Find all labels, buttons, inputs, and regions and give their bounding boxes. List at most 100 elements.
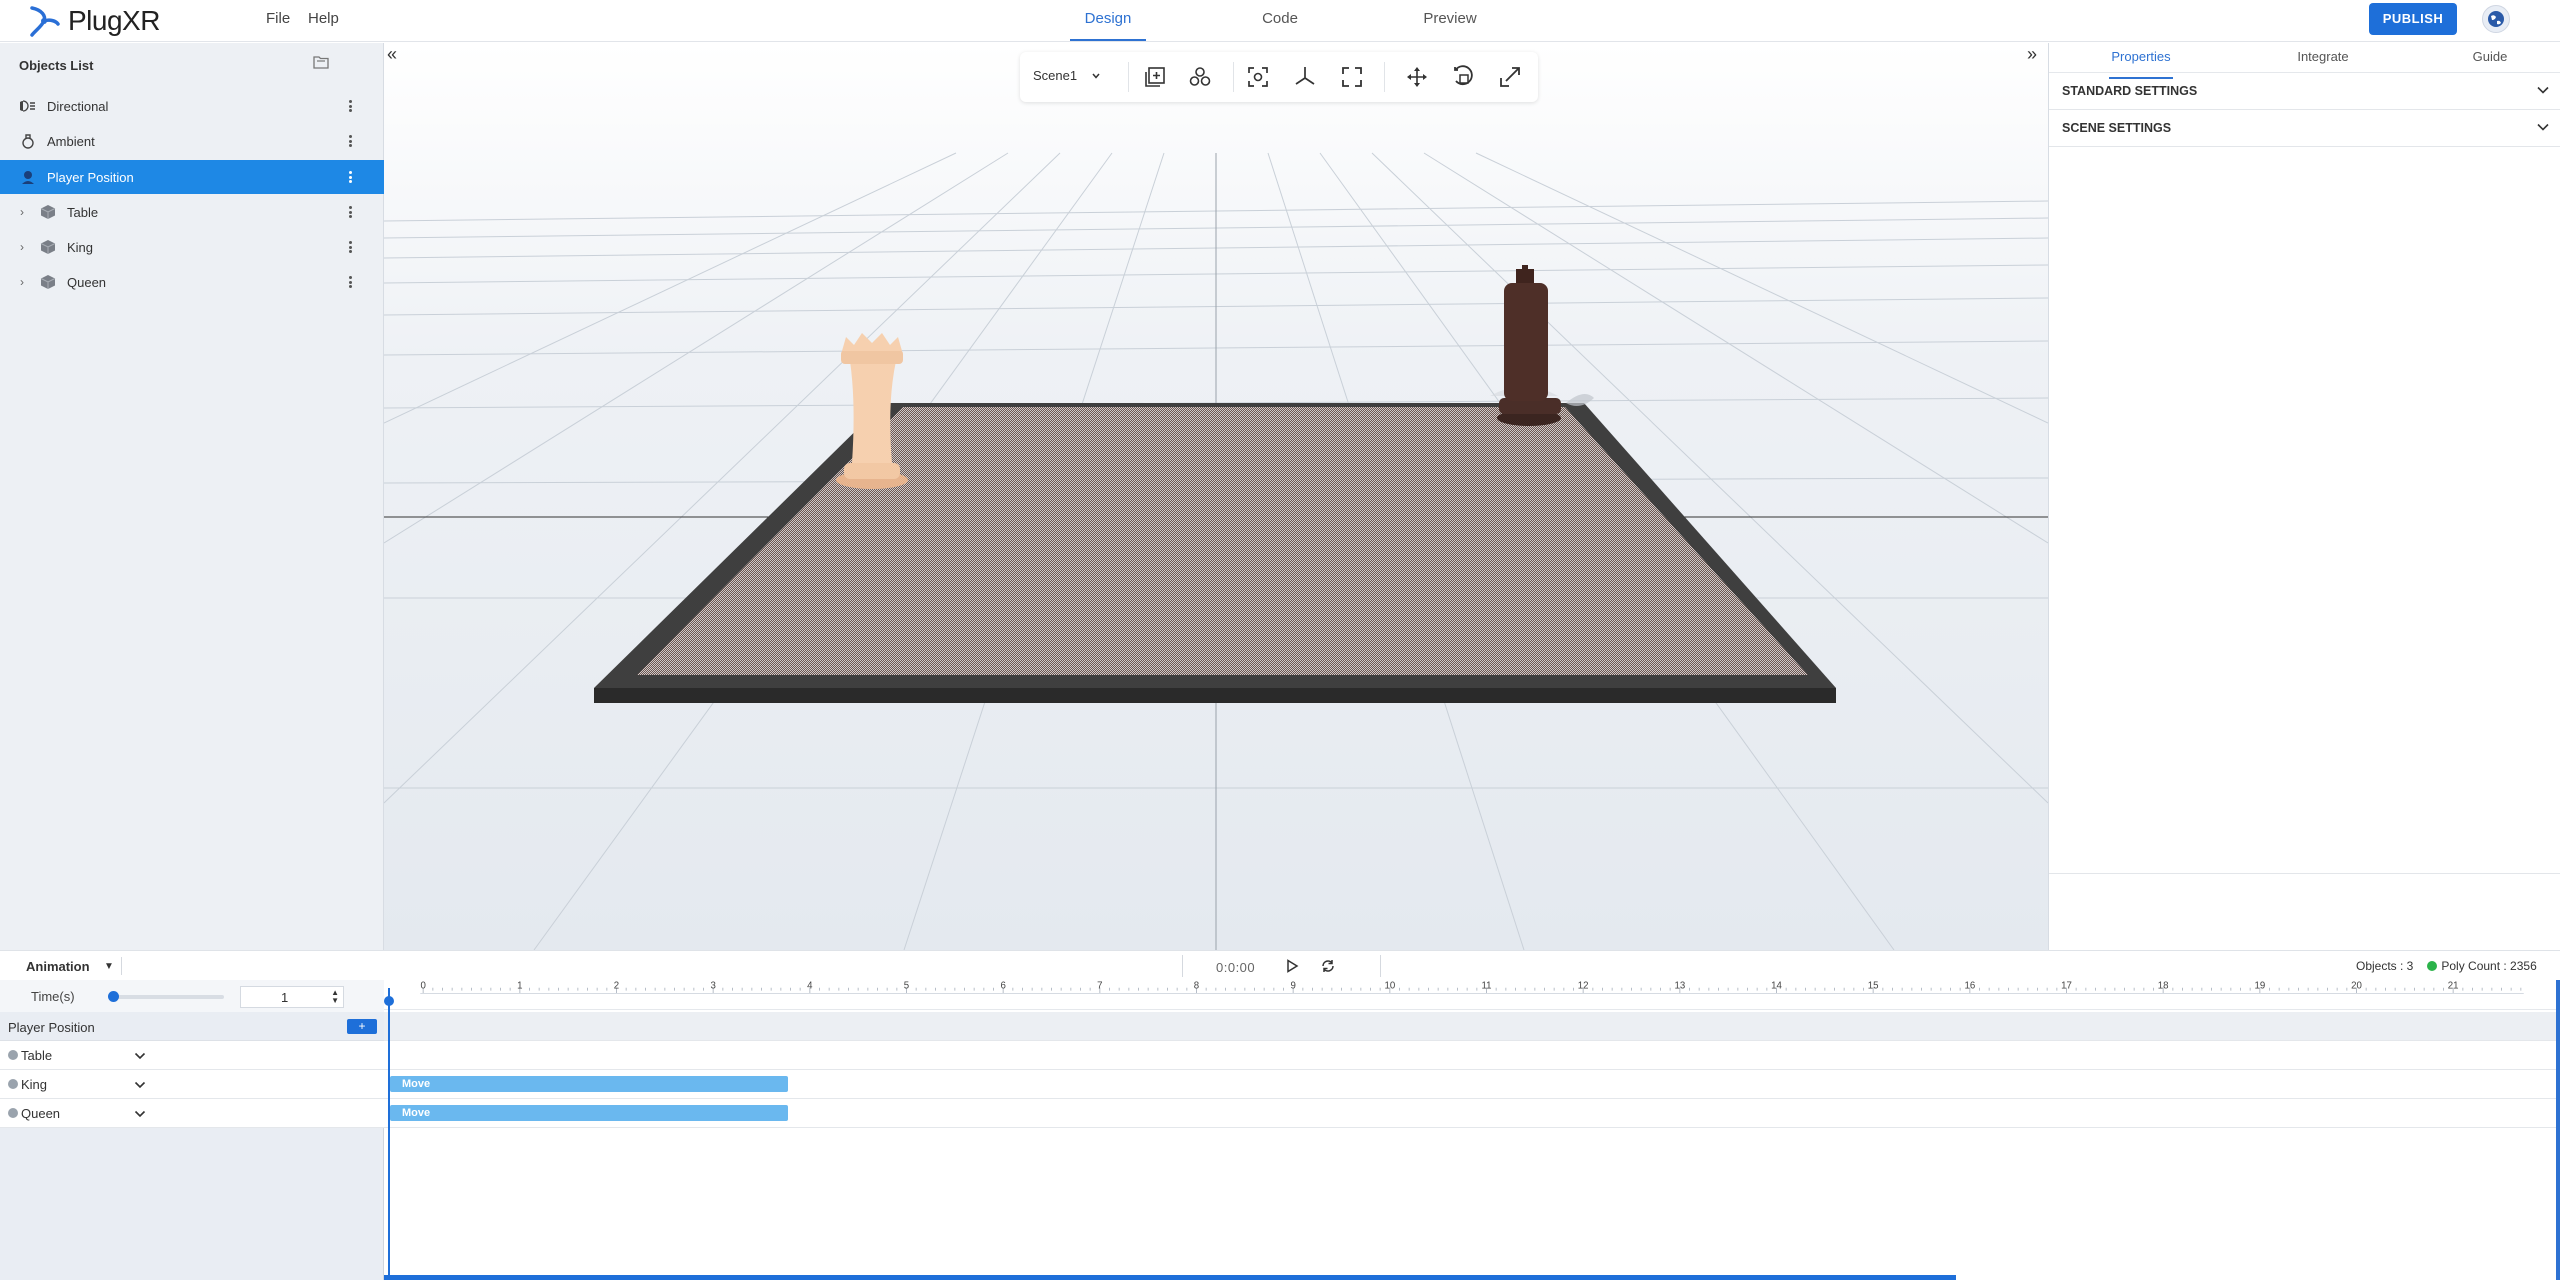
animation-clip[interactable]: Move — [390, 1076, 788, 1092]
lane-queen[interactable]: Move — [384, 1099, 2560, 1128]
lane-king[interactable]: Move — [384, 1070, 2560, 1099]
user-avatar[interactable] — [2482, 5, 2510, 33]
tab-design[interactable]: Design — [1070, 0, 1146, 41]
timeline-end-marker[interactable] — [2556, 980, 2560, 1280]
object-item-ambient[interactable]: Ambient — [0, 124, 384, 158]
expand-chevron-icon[interactable]: › — [20, 205, 24, 219]
more-options-icon[interactable] — [346, 98, 354, 114]
ruler-label: 20 — [2351, 981, 2362, 992]
track-label: King — [21, 1077, 48, 1092]
objects-panel: Objects List Directional Ambient Player … — [0, 43, 384, 950]
track-label: Player Position — [8, 1020, 95, 1035]
object-item-player-position[interactable]: Player Position — [0, 160, 384, 194]
scene-name: Scene1 — [1033, 68, 1078, 83]
menu-file[interactable]: File — [266, 10, 290, 27]
more-options-icon[interactable] — [346, 274, 354, 290]
objects-list-title: Objects List — [19, 58, 94, 73]
expand-chevron-icon[interactable]: › — [20, 275, 24, 289]
track-table[interactable]: Table — [0, 1041, 384, 1070]
axis-icon[interactable] — [1293, 65, 1317, 89]
tab-preview[interactable]: Preview — [1414, 0, 1486, 41]
chevron-down-icon — [1092, 73, 1100, 79]
ruler-label: 4 — [807, 981, 813, 992]
playback-controls — [1182, 955, 1381, 977]
player-icon — [19, 168, 37, 186]
track-queen[interactable]: Queen — [0, 1099, 384, 1128]
animation-clip[interactable]: Move — [390, 1105, 788, 1121]
caret-down-icon[interactable]: ▼ — [104, 961, 114, 972]
move-icon[interactable] — [1405, 65, 1429, 89]
animation-timeline[interactable]: 0 1 2 3 4 5 6 7 8 9 10 11 12 13 14 15 16 17 18 19 20 21 Move … — [384, 980, 2560, 1280]
cube-icon — [39, 273, 57, 291]
scene-viewport[interactable] — [384, 43, 2048, 950]
tab-code[interactable]: Code — [1250, 0, 1310, 41]
directional-light-icon — [19, 97, 37, 115]
track-king[interactable]: King — [0, 1070, 384, 1099]
ruler-label: 10 — [1384, 981, 1395, 992]
object-item-table[interactable]: › Table — [0, 195, 384, 229]
track-player-position[interactable]: Player Position + — [0, 1012, 384, 1041]
object-label: Table — [67, 204, 99, 220]
folder-icon[interactable] — [312, 53, 330, 71]
playhead[interactable] — [388, 988, 390, 1280]
object-item-king[interactable]: › King — [0, 230, 384, 264]
slider-handle[interactable] — [108, 991, 119, 1002]
object-dot-icon — [8, 1108, 18, 1118]
object-label: Ambient — [47, 133, 95, 149]
brand-logo[interactable]: PlugXR — [24, 2, 160, 40]
ruler-label: 1 — [517, 981, 522, 992]
stepper-icon[interactable]: ▲ ▼ — [331, 989, 339, 1005]
time-ruler[interactable]: 0 1 2 3 4 5 6 7 8 9 10 11 12 13 14 15 16 17 18 19 20 21 — [384, 980, 2560, 1010]
ruler-label: 19 — [2254, 981, 2265, 992]
time-value-input[interactable]: 1 ▲ ▼ — [240, 986, 344, 1008]
publish-button[interactable]: PUBLISH — [2369, 3, 2457, 35]
ruler-label: 17 — [2061, 981, 2072, 992]
loop-icon[interactable] — [1320, 958, 1336, 974]
ruler-label: 6 — [1000, 981, 1005, 992]
horizontal-scrollbar[interactable] — [384, 1275, 1956, 1280]
chevron-down-icon — [2537, 86, 2549, 94]
chevron-down-icon[interactable] — [133, 1107, 147, 1121]
animation-dropdown-label[interactable]: Animation — [26, 959, 90, 974]
poly-count: Poly Count : 2356 — [2441, 959, 2537, 973]
chevron-down-icon[interactable] — [133, 1049, 147, 1063]
collapse-right-panel-icon[interactable]: » — [2027, 44, 2037, 65]
more-options-icon[interactable] — [346, 239, 354, 255]
add-object-icon[interactable] — [1143, 65, 1167, 89]
more-options-icon[interactable] — [346, 204, 354, 220]
focus-icon[interactable] — [1246, 65, 1270, 89]
globe-icon — [2488, 11, 2504, 27]
menu-help[interactable]: Help — [308, 10, 339, 27]
rotate-icon[interactable] — [1452, 65, 1476, 89]
expand-chevron-icon[interactable]: › — [20, 240, 24, 254]
section-title: SCENE SETTINGS — [2062, 121, 2172, 135]
playhead-handle[interactable] — [384, 996, 394, 1006]
lane-player-position[interactable] — [384, 1012, 2560, 1041]
status-dot-icon — [2427, 961, 2438, 971]
object-dot-icon — [8, 1050, 18, 1060]
scene-render[interactable] — [384, 43, 2048, 950]
object-label: Directional — [47, 98, 109, 114]
object-item-directional[interactable]: Directional — [0, 89, 384, 123]
plugxr-logo-icon — [30, 6, 60, 37]
add-keyframe-button[interactable]: + — [347, 1019, 377, 1034]
ruler-label: 12 — [1578, 981, 1589, 992]
scene-settings-section[interactable]: SCENE SETTINGS — [2049, 110, 2560, 147]
scene-selector[interactable]: Scene1 — [1033, 68, 1101, 83]
chevron-down-icon[interactable] — [133, 1078, 147, 1092]
more-options-icon[interactable] — [346, 133, 354, 149]
animation-header: Animation ▼ 0:0:00 Objects : 3 Poly Coun… — [0, 950, 2560, 980]
object-dot-icon — [8, 1079, 18, 1089]
ruler-label: 14 — [1771, 981, 1782, 992]
standard-settings-section[interactable]: STANDARD SETTINGS — [2049, 73, 2560, 110]
scale-icon[interactable] — [1498, 65, 1522, 89]
cube-icon — [39, 238, 57, 256]
collapse-left-panel-icon[interactable]: « — [387, 44, 397, 65]
object-item-queen[interactable]: › Queen — [0, 265, 384, 299]
play-icon[interactable] — [1285, 959, 1299, 973]
fullscreen-icon[interactable] — [1340, 65, 1364, 89]
group-icon[interactable] — [1188, 65, 1212, 89]
time-zoom-slider[interactable] — [112, 995, 224, 999]
lane-table[interactable] — [384, 1041, 2560, 1070]
more-options-icon[interactable] — [346, 169, 354, 185]
